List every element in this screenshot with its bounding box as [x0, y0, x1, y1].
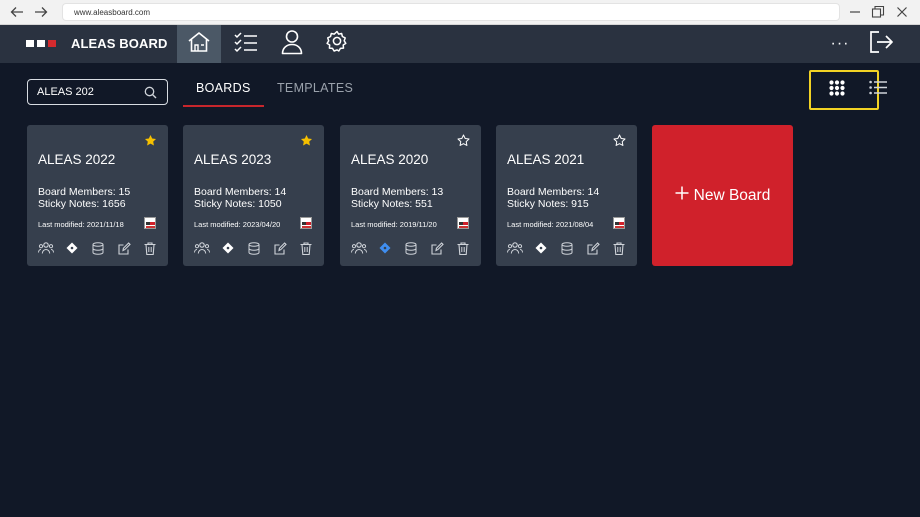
database-icon[interactable]: [559, 240, 575, 256]
tab-templates[interactable]: TEMPLATES: [277, 81, 353, 95]
board-title: ALEAS 2022: [38, 152, 116, 167]
board-actions: [194, 240, 314, 256]
browser-toolbar: www.aleasboard.com: [0, 0, 920, 25]
database-icon[interactable]: [403, 240, 419, 256]
list-view-button[interactable]: [868, 80, 888, 100]
star-outline-icon[interactable]: [457, 134, 470, 152]
app-brand: ALEAS BOARD: [71, 36, 168, 51]
more-options-icon: ···: [830, 35, 850, 52]
trash-icon[interactable]: [142, 240, 158, 256]
board-members: Board Members: 14: [507, 186, 600, 198]
sticky-notes: Sticky Notes: 1050: [194, 198, 282, 210]
board-thumbnail-icon: [300, 217, 312, 229]
board-title: ALEAS 2023: [194, 152, 272, 167]
forward-arrow-icon[interactable]: [32, 3, 50, 21]
board-members: Board Members: 14: [194, 186, 287, 198]
members-icon[interactable]: [38, 240, 54, 256]
settings-nav-button[interactable]: [315, 25, 359, 63]
database-icon[interactable]: [90, 240, 106, 256]
active-tab-indicator: [183, 105, 264, 107]
back-arrow-icon[interactable]: [8, 3, 26, 21]
edit-icon[interactable]: [429, 240, 445, 256]
user-icon: [281, 29, 303, 60]
diamond-icon[interactable]: [533, 240, 549, 256]
view-toggle: [809, 70, 887, 110]
home-nav-button[interactable]: [177, 25, 221, 63]
edit-icon[interactable]: [272, 240, 288, 256]
members-icon[interactable]: [194, 240, 210, 256]
sticky-notes: Sticky Notes: 915: [507, 198, 589, 210]
address-bar[interactable]: www.aleasboard.com: [62, 3, 840, 21]
tasks-icon: [233, 31, 259, 58]
list-view-icon: [869, 80, 887, 100]
members-icon[interactable]: [507, 240, 523, 256]
plus-icon: [675, 186, 689, 205]
sticky-notes: Sticky Notes: 1656: [38, 198, 126, 210]
search-icon[interactable]: [144, 86, 157, 104]
grid-view-button[interactable]: [827, 79, 847, 101]
trash-icon[interactable]: [455, 240, 471, 256]
diamond-icon[interactable]: [220, 240, 236, 256]
grid-view-icon: [829, 79, 845, 101]
last-modified: Last modified: 2019/11/20: [351, 220, 437, 229]
star-filled-icon[interactable]: [144, 134, 157, 152]
logout-icon: [868, 30, 894, 59]
sticky-notes: Sticky Notes: 551: [351, 198, 433, 210]
restore-icon[interactable]: [869, 3, 887, 21]
board-actions: [351, 240, 471, 256]
search-input[interactable]: [37, 84, 137, 100]
trash-icon[interactable]: [611, 240, 627, 256]
app-header: ALEAS BOARD ···: [0, 25, 920, 63]
star-outline-icon[interactable]: [613, 134, 626, 152]
members-icon[interactable]: [351, 240, 367, 256]
board-card[interactable]: ALEAS 2022 Board Members: 15 Sticky Note…: [27, 125, 168, 266]
board-actions: [38, 240, 158, 256]
tasks-nav-button[interactable]: [224, 25, 268, 63]
board-card[interactable]: ALEAS 2023 Board Members: 14 Sticky Note…: [183, 125, 324, 266]
diamond-icon[interactable]: [64, 240, 80, 256]
home-icon: [187, 31, 211, 58]
tab-boards[interactable]: BOARDS: [196, 81, 251, 95]
edit-icon[interactable]: [585, 240, 601, 256]
board-actions: [507, 240, 627, 256]
profile-nav-button[interactable]: [270, 25, 314, 63]
board-thumbnail-icon: [144, 217, 156, 229]
board-card[interactable]: ALEAS 2021 Board Members: 14 Sticky Note…: [496, 125, 637, 266]
board-card[interactable]: ALEAS 2020 Board Members: 13 Sticky Note…: [340, 125, 481, 266]
trash-icon[interactable]: [298, 240, 314, 256]
board-search: [27, 79, 168, 105]
star-filled-icon[interactable]: [300, 134, 313, 152]
last-modified: Last modified: 2021/08/04: [507, 220, 594, 229]
new-board-button[interactable]: New Board: [652, 125, 793, 266]
aleas-logo: [26, 40, 56, 47]
board-title: ALEAS 2021: [507, 152, 585, 167]
board-members: Board Members: 13: [351, 186, 444, 198]
board-title: ALEAS 2020: [351, 152, 429, 167]
board-thumbnail-icon: [457, 217, 469, 229]
logout-button[interactable]: [866, 25, 896, 63]
new-board-label: New Board: [693, 186, 771, 204]
settings-icon: [325, 30, 349, 59]
database-icon[interactable]: [246, 240, 262, 256]
more-options-button[interactable]: ···: [826, 25, 854, 63]
last-modified: Last modified: 2021/11/18: [38, 220, 124, 229]
board-thumbnail-icon: [613, 217, 625, 229]
edit-icon[interactable]: [116, 240, 132, 256]
minimize-icon[interactable]: [846, 3, 864, 21]
close-window-icon[interactable]: [893, 3, 911, 21]
diamond-icon[interactable]: [377, 240, 393, 256]
last-modified: Last modified: 2023/04/20: [194, 220, 281, 229]
board-members: Board Members: 15: [38, 186, 131, 198]
